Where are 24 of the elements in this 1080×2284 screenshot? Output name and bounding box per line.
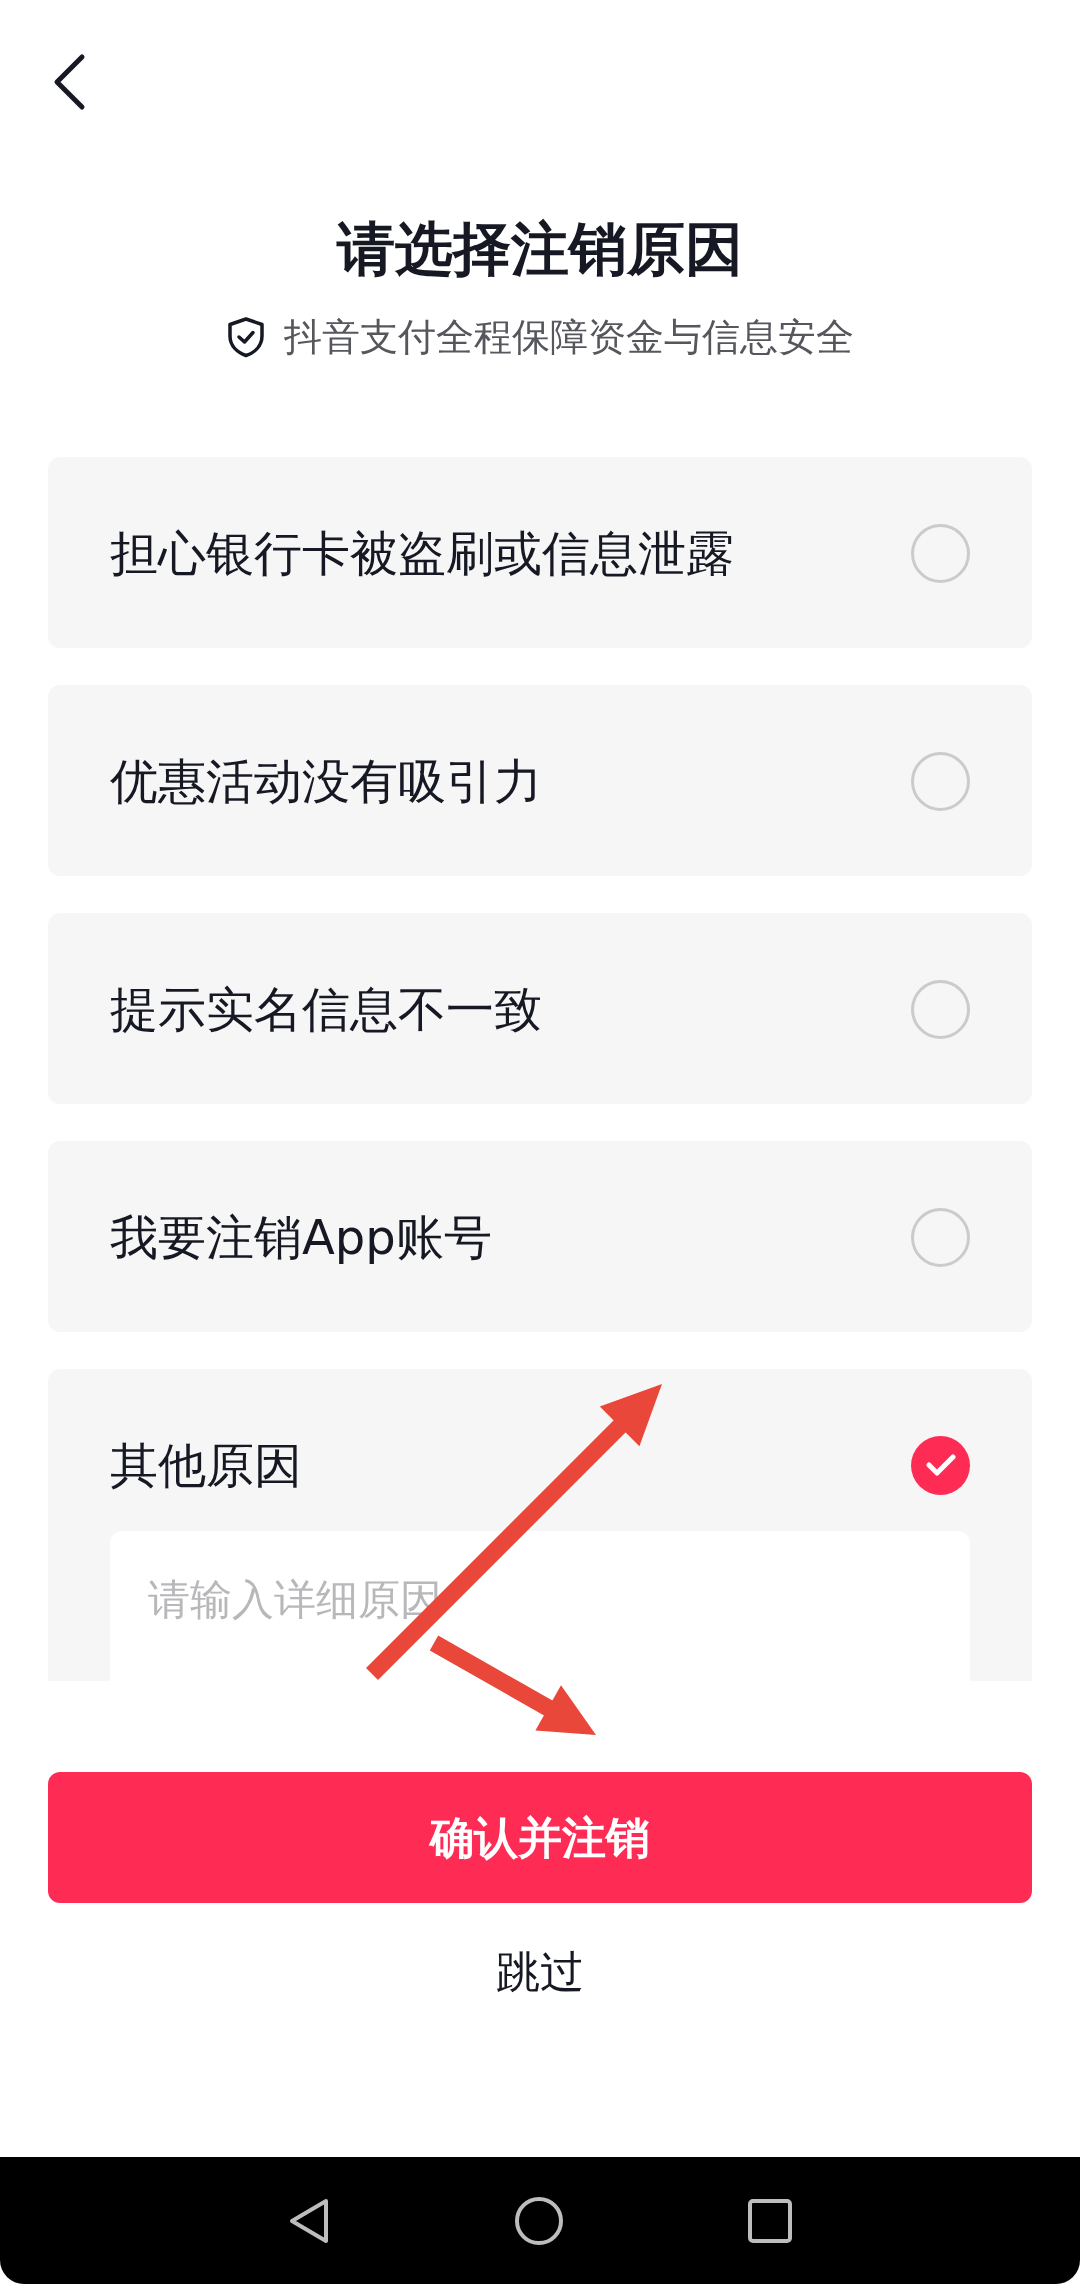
- reason-label: 担心银行卡被盗刷或信息泄露: [110, 524, 734, 583]
- page-title: 请选择注销原因: [337, 214, 743, 284]
- back-icon[interactable]: [288, 2196, 330, 2245]
- back-button[interactable]: [52, 53, 86, 111]
- back-icon: [52, 53, 86, 111]
- reason-label: 提示实名信息不一致: [110, 980, 542, 1039]
- radio-button[interactable]: [911, 751, 970, 811]
- reason-label: 我要注销App账号: [110, 1208, 492, 1267]
- confirm-button[interactable]: 确认并注销: [48, 1772, 1032, 1903]
- shield-check-icon: [226, 316, 266, 358]
- reason-option[interactable]: 我要注销App账号: [48, 1141, 1032, 1332]
- home-icon[interactable]: [515, 2196, 563, 2245]
- recents-icon[interactable]: [748, 2198, 792, 2243]
- radio-button[interactable]: [911, 1207, 970, 1267]
- reason-option[interactable]: 提示实名信息不一致: [48, 913, 1032, 1104]
- radio-button[interactable]: [911, 523, 970, 583]
- skip-link[interactable]: 跳过: [496, 1945, 584, 1998]
- reason-label: 优惠活动没有吸引力: [110, 752, 542, 811]
- security-note: 抖音支付全程保障资金与信息安全: [284, 314, 854, 360]
- reason-label: 其他原因: [110, 1436, 302, 1495]
- reason-option[interactable]: 优惠活动没有吸引力: [48, 685, 1032, 876]
- checkmark-icon: [925, 1454, 956, 1476]
- reason-option[interactable]: 担心银行卡被盗刷或信息泄露: [48, 457, 1032, 648]
- radio-button[interactable]: [911, 979, 970, 1039]
